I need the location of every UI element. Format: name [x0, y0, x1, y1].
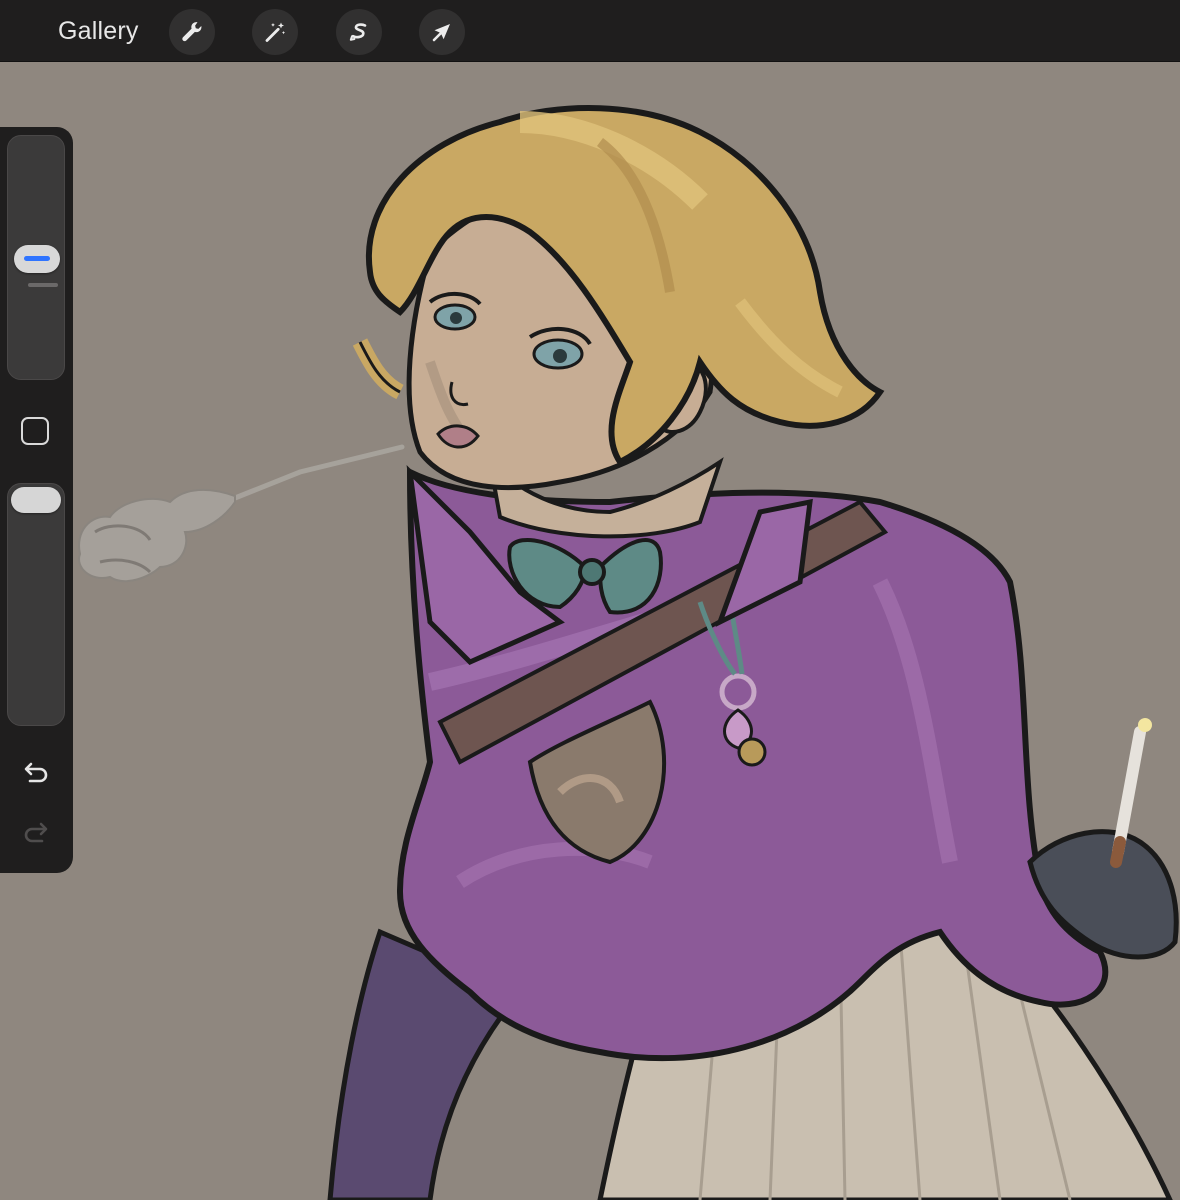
smoke-trail	[78, 444, 405, 583]
brush-size-indicator	[24, 255, 50, 261]
transform-button[interactable]	[419, 9, 465, 55]
redo-button[interactable]	[18, 817, 54, 853]
redo-icon	[18, 817, 54, 853]
actions-button[interactable]	[169, 9, 215, 55]
undo-icon	[18, 757, 54, 793]
modify-button[interactable]	[20, 416, 52, 448]
selection-s-icon	[346, 19, 372, 45]
left-sidebar	[0, 127, 73, 873]
magic-wand-icon	[262, 19, 288, 45]
selection-button[interactable]	[336, 9, 382, 55]
gallery-button[interactable]: Gallery	[58, 14, 139, 48]
drawing-canvas[interactable]	[0, 62, 1180, 1200]
brush-size-preview-line	[28, 282, 58, 287]
opacity-slider[interactable]	[7, 483, 65, 726]
square-icon	[21, 417, 49, 445]
brush-size-thumb[interactable]	[14, 244, 60, 273]
brush-size-slider[interactable]	[7, 135, 65, 380]
top-toolbar: Gallery	[0, 0, 1180, 62]
adjustments-button[interactable]	[252, 9, 298, 55]
procreate-app: Gallery	[0, 0, 1180, 1200]
wrench-icon	[179, 19, 205, 45]
undo-button[interactable]	[18, 757, 54, 793]
arrow-cursor-icon	[429, 19, 455, 45]
artwork-illustration	[78, 105, 1179, 1200]
opacity-thumb[interactable]	[11, 487, 61, 513]
